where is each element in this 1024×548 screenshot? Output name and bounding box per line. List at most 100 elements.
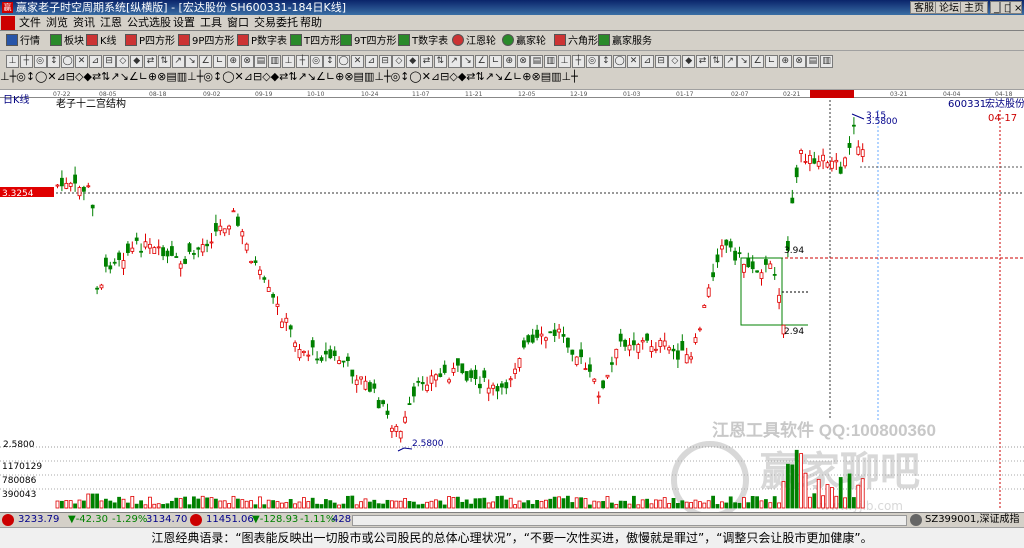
tb4-tool-icon[interactable]: ∠	[503, 70, 513, 83]
tb3-tool-icon[interactable]: ✕	[627, 55, 640, 68]
menu-window[interactable]: 窗口	[227, 16, 249, 30]
tb3-tool-icon[interactable]: ⊗	[240, 55, 254, 68]
tb4-tool-icon[interactable]: ◆	[271, 70, 279, 83]
tb4-tool-icon[interactable]: ∟	[326, 70, 335, 83]
tb4-tool-icon[interactable]: ▤	[354, 70, 364, 83]
tb4-tool-icon[interactable]: ▤	[166, 70, 176, 83]
tb4-tool-icon[interactable]: ▥	[364, 70, 374, 83]
tb3-tool-icon[interactable]: ∟	[213, 55, 226, 68]
tb3-tool-icon[interactable]: ◇	[668, 55, 682, 68]
tb3-tool-icon[interactable]: ⊿	[364, 55, 378, 68]
tb4-tool-icon[interactable]: ◯	[35, 70, 47, 83]
tb4-tool-icon[interactable]: ⊿	[431, 70, 440, 83]
tb3-tool-icon[interactable]: ◎	[585, 55, 599, 68]
tb3-tool-icon[interactable]: ✕	[351, 55, 364, 68]
tb3-tool-icon[interactable]: ▤	[806, 55, 820, 68]
tb4-tool-icon[interactable]: ↕	[400, 70, 409, 83]
tb3-tool-icon[interactable]: ↗	[723, 55, 737, 68]
tb4-tool-icon[interactable]: ↘	[307, 70, 316, 83]
tb4-tool-icon[interactable]: ↕	[26, 70, 35, 83]
candlestick-svg[interactable]: 07-22 08-05 08-18 09-02 09-19 10-10 10-24 11-07…	[0, 90, 1024, 519]
menu-trade[interactable]: 交易委托	[254, 16, 298, 30]
hexagon-button[interactable]: 六角形	[554, 34, 598, 49]
tb3-tool-icon[interactable]: ⇅	[709, 55, 723, 68]
tb4-tool-icon[interactable]: ↗	[110, 70, 119, 83]
tb4-tool-icon[interactable]: ⊗	[531, 70, 540, 83]
menu-gann[interactable]: 江恩	[100, 16, 122, 30]
tb3-tool-icon[interactable]: ⊗	[516, 55, 530, 68]
tb4-tool-icon[interactable]: ◇	[449, 70, 457, 83]
tb4-tool-icon[interactable]: ↗	[485, 70, 494, 83]
menu-help[interactable]: 帮助	[300, 16, 322, 30]
tb4-tool-icon[interactable]: ▤	[541, 70, 551, 83]
gann-wheel-button[interactable]: 江恩轮	[452, 34, 496, 49]
menu-formula-pick[interactable]: 公式选股	[127, 16, 171, 30]
tb4-tool-icon[interactable]: ✕	[235, 70, 244, 83]
tb3-tool-icon[interactable]: ⊥	[558, 55, 571, 68]
tb4-tool-icon[interactable]: ◇	[262, 70, 270, 83]
menu-settings[interactable]: 设置	[173, 16, 195, 30]
tb4-tool-icon[interactable]: ⊥	[187, 70, 197, 83]
tb4-tool-icon[interactable]: ⇅	[101, 70, 110, 83]
tb3-tool-icon[interactable]: ▥	[268, 55, 282, 68]
tb4-tool-icon[interactable]: ◆	[83, 70, 91, 83]
maximize-button[interactable]: □	[1000, 1, 1013, 14]
9t-square-button[interactable]: 9T四方形	[340, 34, 396, 49]
tb4-tool-icon[interactable]: ∠	[316, 70, 326, 83]
tb3-tool-icon[interactable]: ▤	[254, 55, 268, 68]
tb4-tool-icon[interactable]: ⊿	[244, 70, 253, 83]
tb3-tool-icon[interactable]: ⊟	[378, 55, 392, 68]
tb4-tool-icon[interactable]: ⊟	[440, 70, 449, 83]
menu-browse[interactable]: 浏览	[46, 16, 68, 30]
tb3-tool-icon[interactable]: ↗	[171, 55, 185, 68]
tb3-tool-icon[interactable]: ✕	[75, 55, 88, 68]
tb4-tool-icon[interactable]: ⊕	[335, 70, 344, 83]
tb3-tool-icon[interactable]: ◆	[406, 55, 420, 68]
tb4-tool-icon[interactable]: ⇄	[466, 70, 475, 83]
tb4-tool-icon[interactable]: ∠	[129, 70, 139, 83]
tb3-tool-icon[interactable]: ⊿	[640, 55, 654, 68]
tb3-tool-icon[interactable]: ↕	[47, 55, 61, 68]
tb4-tool-icon[interactable]: ↘	[494, 70, 503, 83]
tb3-tool-icon[interactable]: ⊕	[226, 55, 240, 68]
p-number-table-button[interactable]: P数字表	[237, 34, 287, 49]
tb3-tool-icon[interactable]: ↗	[447, 55, 461, 68]
customer-service-button[interactable]: 客服	[910, 1, 938, 14]
tb3-tool-icon[interactable]: ⊕	[778, 55, 792, 68]
forum-button[interactable]: 论坛	[935, 1, 963, 14]
tb3-tool-icon[interactable]: ⇄	[420, 55, 433, 68]
tb4-tool-icon[interactable]: ◎	[16, 70, 26, 83]
tb3-tool-icon[interactable]: ◯	[61, 55, 75, 68]
tb3-tool-icon[interactable]: ◎	[309, 55, 323, 68]
tb4-tool-icon[interactable]: ⊥	[374, 70, 384, 83]
tb3-tool-icon[interactable]: ⇄	[144, 55, 157, 68]
tb3-tool-icon[interactable]: ⊿	[88, 55, 102, 68]
homepage-button[interactable]: 主页	[960, 1, 988, 14]
tb3-tool-icon[interactable]: ⇅	[433, 55, 447, 68]
tb3-tool-icon[interactable]: ∟	[765, 55, 778, 68]
tb3-tool-icon[interactable]: ◇	[116, 55, 130, 68]
menu-file[interactable]: 文件	[19, 16, 41, 30]
tb3-tool-icon[interactable]: ⊟	[654, 55, 668, 68]
minimize-button[interactable]: _	[990, 1, 1000, 14]
tb4-tool-icon[interactable]: ┼	[571, 70, 578, 83]
tb4-tool-icon[interactable]: ⊟	[253, 70, 262, 83]
kline-button[interactable]: K线	[86, 34, 117, 49]
tb3-tool-icon[interactable]: ◯	[337, 55, 351, 68]
tb4-tool-icon[interactable]: ∟	[139, 70, 148, 83]
tb4-tool-icon[interactable]: ┼	[384, 70, 391, 83]
quotes-button[interactable]: 行情	[6, 34, 40, 49]
tb4-tool-icon[interactable]: ◯	[222, 70, 234, 83]
tb4-tool-icon[interactable]: ↗	[298, 70, 307, 83]
sector-button[interactable]: 板块	[50, 34, 84, 49]
tb4-tool-icon[interactable]: ⇅	[476, 70, 485, 83]
tb3-tool-icon[interactable]: ⇄	[696, 55, 709, 68]
tb3-tool-icon[interactable]: ↕	[323, 55, 337, 68]
tb4-tool-icon[interactable]: ⊗	[157, 70, 166, 83]
tb4-tool-icon[interactable]: ⇅	[288, 70, 297, 83]
tb4-tool-icon[interactable]: ⊕	[148, 70, 157, 83]
tb4-tool-icon[interactable]: ✕	[47, 70, 56, 83]
9p-square-button[interactable]: 9P四方形	[178, 34, 234, 49]
tb4-tool-icon[interactable]: ⇄	[279, 70, 288, 83]
tb3-tool-icon[interactable]: ∠	[475, 55, 489, 68]
